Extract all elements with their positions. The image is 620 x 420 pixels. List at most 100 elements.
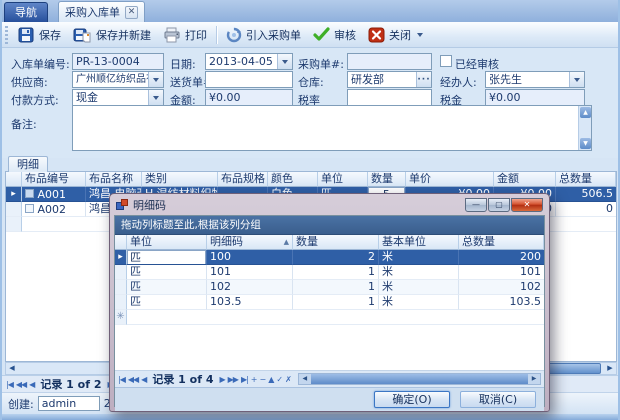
po-no-field[interactable] xyxy=(347,53,432,70)
nav-prev-page-icon[interactable]: ◀◀ xyxy=(128,375,138,384)
toolbar-separator xyxy=(216,26,217,44)
handler-dropdown-icon[interactable] xyxy=(569,72,584,87)
nav-first-icon[interactable]: |◀ xyxy=(118,375,125,384)
save-button[interactable]: 保存 xyxy=(12,24,67,46)
tax-field[interactable]: ¥0.00 xyxy=(485,89,585,106)
column-header[interactable]: 数量 xyxy=(368,172,406,187)
save-and-new-button[interactable]: 保存并新建 xyxy=(67,24,157,46)
warehouse-field[interactable]: 研发部 ··· xyxy=(347,71,432,88)
column-header[interactable]: 基本单位 xyxy=(379,235,459,250)
nav-prev-icon[interactable]: ◀ xyxy=(141,375,146,384)
close-button[interactable]: 关闭 xyxy=(362,24,429,46)
cell: 103.5 xyxy=(459,295,544,310)
group-by-panel[interactable]: 拖动列标题至此,根据该列分组 xyxy=(115,216,544,235)
column-header[interactable]: 明细码▲ xyxy=(207,235,293,250)
column-header[interactable]: 单位 xyxy=(318,172,368,187)
minimize-icon[interactable]: — xyxy=(465,198,487,212)
cancel-button[interactable]: 取消(C) xyxy=(460,391,536,408)
audit-check-icon xyxy=(313,27,330,42)
payment-field[interactable]: 现金 xyxy=(72,89,164,106)
print-label: 打印 xyxy=(185,27,207,43)
row-selector-icon: ▸ xyxy=(115,250,127,265)
nav-delete-icon[interactable]: − xyxy=(260,375,266,384)
nav-cancel-icon[interactable]: ✗ xyxy=(285,375,291,384)
dialog-grid-empty-area xyxy=(115,325,544,371)
record-count: 记录 1 of 4 xyxy=(152,371,213,387)
nav-commit-icon[interactable]: ✓ xyxy=(276,375,282,384)
tax-rate-field[interactable] xyxy=(347,89,432,106)
audited-checkbox[interactable] xyxy=(440,55,452,67)
nav-append-icon[interactable]: + xyxy=(251,375,257,384)
remark-textarea[interactable] xyxy=(72,105,592,151)
import-po-label: 引入采购单 xyxy=(246,27,301,43)
app-window: 导航 采购入库单 ✕ 保存 保存并新建 打印 xyxy=(0,0,620,420)
print-button[interactable]: 打印 xyxy=(157,24,213,46)
dialog-grid: 单位 明细码▲ 数量 基本单位 总数量 ▸ 匹 100 2 米 200 xyxy=(115,235,544,325)
ok-button[interactable]: 确定(O) xyxy=(374,391,450,408)
tab-purchase-receipt[interactable]: 采购入库单 ✕ xyxy=(58,1,145,22)
tab-detail[interactable]: 明细 xyxy=(8,156,48,172)
receipt-no-label: 入库单编号: xyxy=(11,56,70,72)
dialog-close-icon[interactable]: ✕ xyxy=(511,198,543,212)
nav-last-icon[interactable]: ▶| xyxy=(241,375,248,384)
supplier-field[interactable]: 广州顺亿纺织品有限公司 xyxy=(72,71,164,88)
nav-next-icon[interactable]: ▶ xyxy=(219,375,224,384)
date-dropdown-icon[interactable] xyxy=(277,54,292,69)
dialog-horizontal-scrollbar[interactable]: ◀ ▶ xyxy=(298,373,541,385)
table-row[interactable]: 匹 103.5 1 米 103.5 xyxy=(115,295,544,310)
column-header[interactable]: 单价 xyxy=(406,172,494,187)
table-row[interactable]: ▸ 匹 100 2 米 200 xyxy=(115,250,544,265)
cell: 米 xyxy=(379,295,459,310)
cell: 0 xyxy=(556,202,616,217)
remark-scrollbar[interactable]: ▲ ▼ xyxy=(578,106,591,150)
date-field[interactable]: 2013-04-05 xyxy=(205,53,293,70)
tab-label: 采购入库单 xyxy=(65,3,120,22)
dialog-titlebar[interactable]: 明细码 — ▢ ✕ xyxy=(110,194,549,215)
row-expand-icon[interactable] xyxy=(25,189,34,198)
scroll-left-icon[interactable]: ◀ xyxy=(299,374,311,384)
column-header[interactable]: 布品规格 xyxy=(218,172,268,187)
receipt-no-field[interactable]: PR-13-0004 xyxy=(72,53,164,70)
handler-field[interactable]: 张先生 xyxy=(485,71,585,88)
cell: 米 xyxy=(379,265,459,280)
column-header[interactable]: 数量 xyxy=(293,235,379,250)
column-header[interactable]: 总数量 xyxy=(556,172,616,187)
save-new-label: 保存并新建 xyxy=(96,27,151,43)
nav-edit-icon[interactable]: ▲ xyxy=(268,375,273,384)
nav-prev-icon[interactable]: ◀ xyxy=(29,380,34,389)
import-purchase-order-button[interactable]: 引入采购单 xyxy=(220,24,307,46)
column-header[interactable]: 类别 xyxy=(142,172,218,187)
nav-prev-page-icon[interactable]: ◀◀ xyxy=(16,380,26,389)
scroll-down-icon[interactable]: ▼ xyxy=(580,138,591,149)
row-expand-icon[interactable] xyxy=(25,204,34,213)
close-dropdown-icon[interactable] xyxy=(417,33,423,37)
column-header[interactable]: 颜色 xyxy=(268,172,318,187)
scroll-right-icon[interactable]: ▶ xyxy=(604,363,616,374)
table-row[interactable]: 匹 102 1 米 102 xyxy=(115,280,544,295)
maximize-icon[interactable]: ▢ xyxy=(488,198,510,212)
column-header[interactable]: 布品名称 xyxy=(86,172,142,187)
payment-dropdown-icon[interactable] xyxy=(148,90,163,105)
unit-editor[interactable]: 匹 xyxy=(127,250,206,265)
scroll-right-icon[interactable]: ▶ xyxy=(528,374,540,384)
scroll-up-icon[interactable]: ▲ xyxy=(580,107,591,118)
scroll-left-icon[interactable]: ◀ xyxy=(6,363,18,374)
column-header[interactable]: 布品编号 xyxy=(22,172,86,187)
new-row[interactable]: ✳ xyxy=(115,310,544,325)
delivery-no-field[interactable] xyxy=(205,71,293,88)
supplier-dropdown-icon[interactable] xyxy=(148,72,163,87)
nav-first-icon[interactable]: |◀ xyxy=(6,380,13,389)
tab-navigation[interactable]: 导航 xyxy=(4,2,48,22)
column-header[interactable]: 总数量 xyxy=(459,235,544,250)
column-header[interactable]: 单位 xyxy=(127,235,207,250)
tab-close-icon[interactable]: ✕ xyxy=(125,6,138,19)
amount-field[interactable]: ¥0.00 xyxy=(205,89,293,106)
nav-next-page-icon[interactable]: ▶▶ xyxy=(228,375,238,384)
column-header[interactable]: 金额 xyxy=(494,172,556,187)
creator-field[interactable]: admin xyxy=(38,396,100,411)
scrollbar-thumb[interactable] xyxy=(311,374,528,384)
cell: 匹 xyxy=(127,265,207,280)
warehouse-ellipsis-icon[interactable]: ··· xyxy=(416,72,431,87)
table-row[interactable]: 匹 101 1 米 101 xyxy=(115,265,544,280)
audit-button[interactable]: 审核 xyxy=(307,24,362,46)
